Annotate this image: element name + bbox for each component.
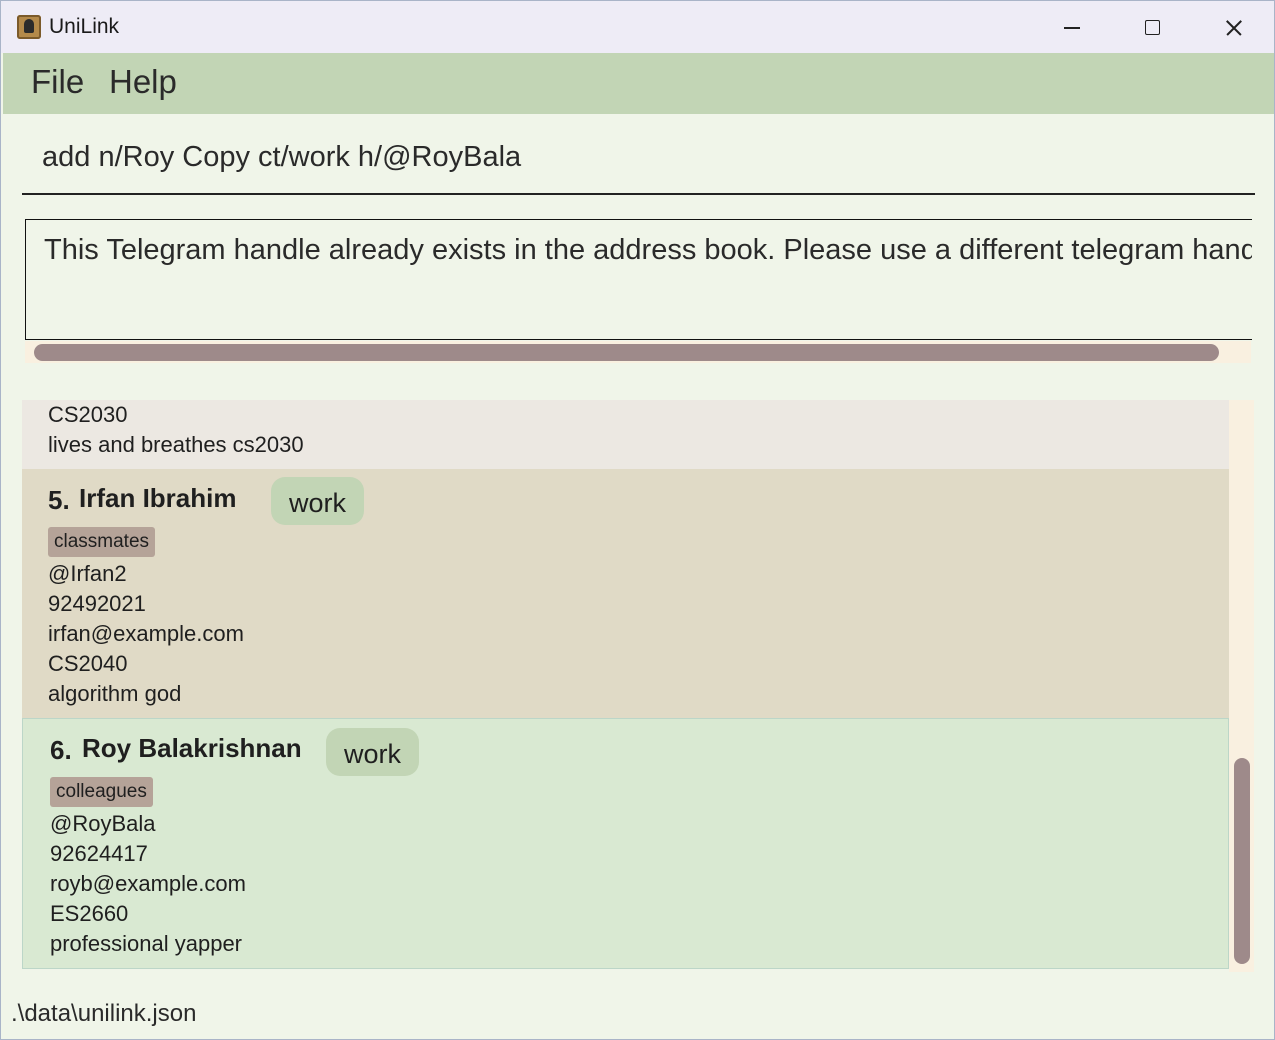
command-box[interactable]: add n/Roy Copy ct/work h/@RoyBala: [22, 131, 1255, 195]
person-phone: 92492021: [48, 591, 146, 616]
person-tag: classmates: [48, 527, 156, 557]
minimize-icon[interactable]: [1048, 7, 1094, 47]
person-note: professional yapper: [50, 931, 243, 956]
person-name: Roy Balakrishnan: [82, 733, 302, 763]
address-book-icon: [17, 15, 41, 39]
contact-type-badge: work: [271, 477, 365, 525]
menu-help[interactable]: Help: [109, 63, 177, 101]
person-list-scrollbar[interactable]: [1229, 400, 1254, 972]
person-list: CS2030 lives and breathes cs2030 5. Irfa…: [22, 400, 1254, 972]
close-icon[interactable]: [1210, 7, 1256, 47]
status-bar-file-path: .\data\unilink.json: [11, 1000, 197, 1027]
person-name: Irfan Ibrahim: [79, 483, 237, 513]
person-telegram: @Irfan2: [48, 561, 127, 586]
contact-type-badge: work: [326, 728, 420, 776]
person-email: irfan@example.com: [48, 621, 244, 646]
result-message: This Telegram handle already exists in t…: [44, 234, 1252, 266]
app-window: UniLink File Help add n/Roy Copy ct/work…: [0, 0, 1275, 1040]
result-display: This Telegram handle already exists in t…: [25, 219, 1252, 340]
menu-bar: File Help: [3, 53, 1274, 114]
person-list-scrollbar-thumb[interactable]: [1234, 758, 1250, 964]
person-note: algorithm god: [48, 681, 182, 706]
person-card-6[interactable]: 6. Roy Balakrishnan work colleagues @Roy…: [22, 718, 1229, 969]
person-note: lives and breathes cs2030: [48, 432, 304, 457]
result-scrollbar-thumb[interactable]: [34, 344, 1219, 361]
person-index: 6.: [50, 735, 72, 765]
menu-file[interactable]: File: [31, 63, 84, 101]
person-module: CS2040: [48, 651, 128, 676]
title-bar: UniLink: [1, 1, 1274, 53]
person-phone: 92624417: [50, 841, 148, 866]
person-module: ES2660: [50, 901, 129, 926]
person-module: CS2030: [48, 402, 128, 427]
result-scrollbar[interactable]: [25, 341, 1251, 363]
person-email: royb@example.com: [50, 871, 246, 896]
person-card-5[interactable]: 5. Irfan Ibrahim work classmates @Irfan2…: [22, 469, 1229, 718]
person-tag: colleagues: [50, 777, 153, 807]
command-input[interactable]: add n/Roy Copy ct/work h/@RoyBala: [42, 141, 521, 174]
window-title: UniLink: [49, 15, 120, 38]
person-telegram: @RoyBala: [50, 811, 156, 836]
maximize-icon[interactable]: [1129, 7, 1175, 47]
person-card-4[interactable]: CS2030 lives and breathes cs2030: [22, 400, 1229, 469]
person-index: 5.: [48, 485, 70, 515]
